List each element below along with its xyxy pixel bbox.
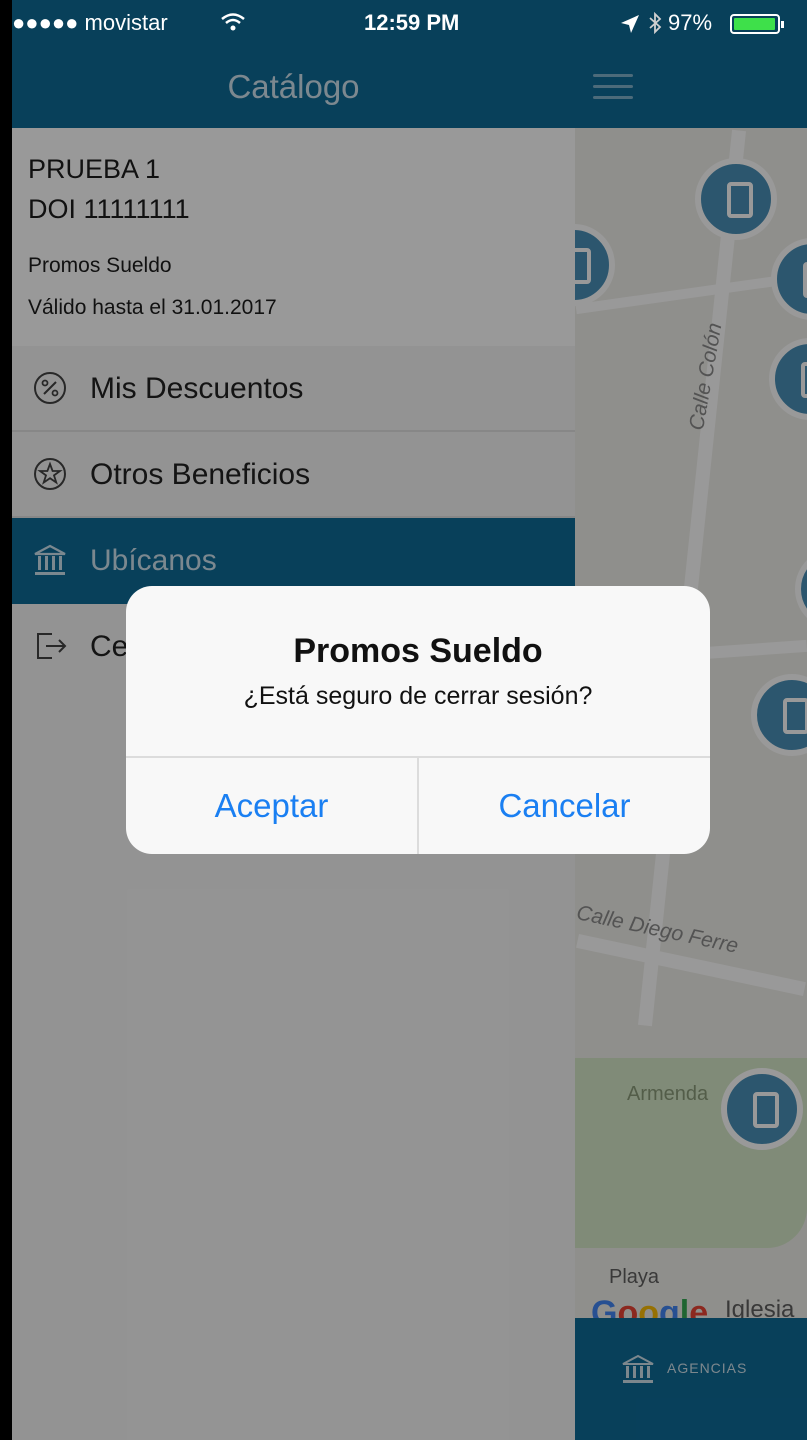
logout-alert-dialog: Promos Sueldo ¿Está seguro de cerrar ses… bbox=[126, 586, 710, 854]
app-screen: Calle Colón Calle Diego Ferre Armenda Pl… bbox=[12, 0, 807, 1440]
bluetooth-icon bbox=[649, 12, 662, 34]
accept-button[interactable]: Aceptar bbox=[126, 758, 417, 854]
location-arrow-icon bbox=[621, 15, 639, 33]
wifi-icon bbox=[221, 13, 245, 31]
battery-percent: 97% bbox=[668, 10, 713, 35]
alert-title: Promos Sueldo bbox=[293, 632, 543, 670]
cancel-button[interactable]: Cancelar bbox=[419, 758, 710, 854]
status-bar: ●●●●● movistar 12:59 PM 97% bbox=[12, 0, 807, 46]
clock: 12:59 PM bbox=[364, 10, 460, 35]
alert-message: ¿Está seguro de cerrar sesión? bbox=[243, 682, 593, 710]
battery-icon bbox=[730, 14, 784, 34]
carrier-label: ●●●●● movistar bbox=[12, 10, 168, 35]
